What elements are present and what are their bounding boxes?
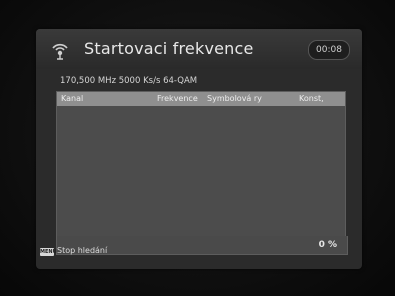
footer-bar: MENU Stop hledání bbox=[36, 240, 362, 269]
tv-screen: Startovaci frekvence 00:08 170,500 MHz 5… bbox=[0, 0, 395, 296]
column-header-symbol-rate: Symbolová ry bbox=[207, 94, 262, 103]
column-header-frekvence: Frekvence bbox=[157, 94, 198, 103]
stop-search-button[interactable]: Stop hledání bbox=[57, 246, 107, 255]
column-header-konstelace: Konst, bbox=[299, 94, 324, 103]
scan-dialog: Startovaci frekvence 00:08 170,500 MHz 5… bbox=[36, 29, 362, 269]
clock: 00:08 bbox=[308, 40, 350, 60]
satellite-dish-icon bbox=[52, 43, 68, 60]
scan-parameters: 170,500 MHz 5000 Ks/s 64-QAM bbox=[60, 76, 198, 86]
channel-table-header: Kanal Frekvence Symbolová ry Konst, bbox=[57, 92, 345, 106]
column-header-kanal: Kanal bbox=[61, 94, 84, 103]
page-title: Startovaci frekvence bbox=[84, 39, 254, 58]
channel-list: Kanal Frekvence Symbolová ry Konst, bbox=[56, 91, 346, 239]
menu-key-badge: MENU bbox=[40, 248, 57, 256]
title-bar: Startovaci frekvence 00:08 bbox=[36, 29, 362, 69]
